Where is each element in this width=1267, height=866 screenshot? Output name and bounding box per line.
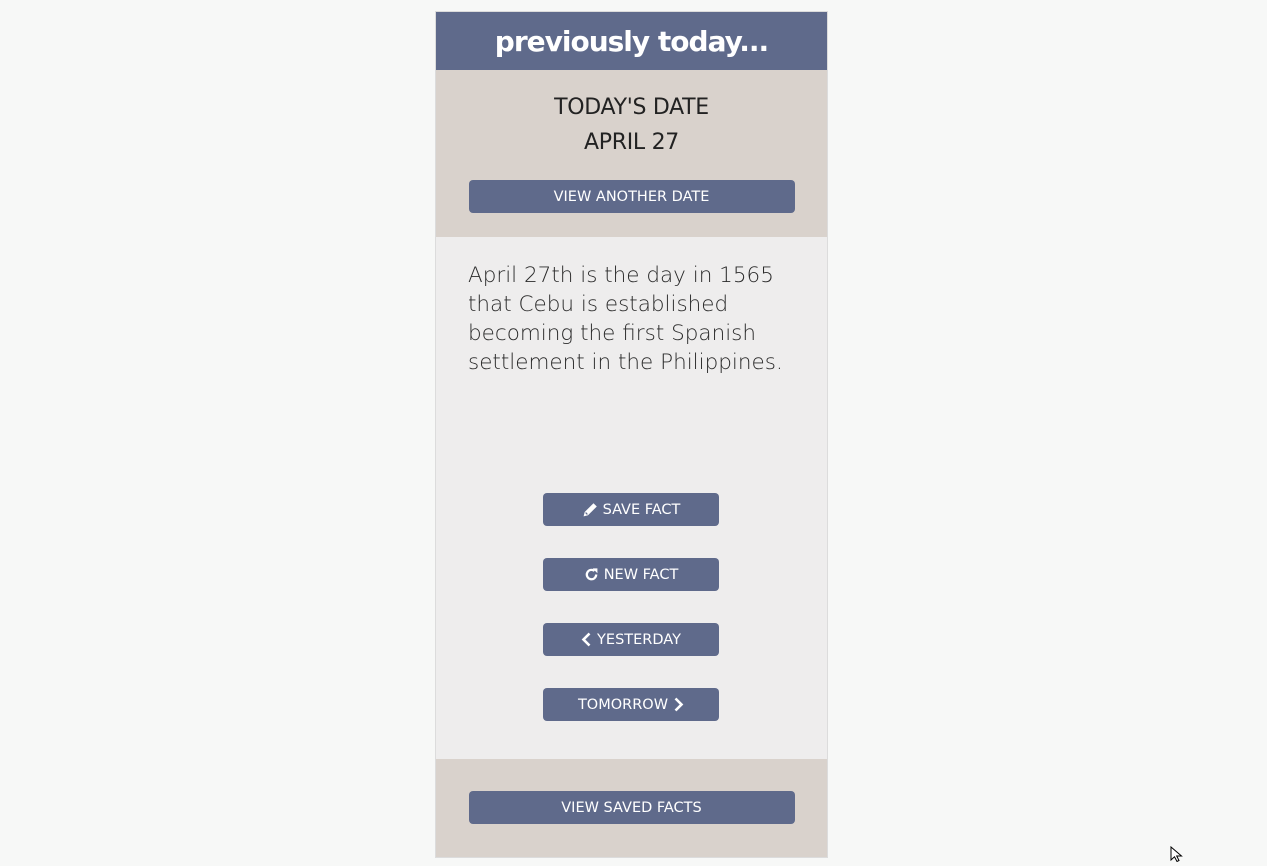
refresh-icon: [584, 567, 599, 582]
app-card: previously today... TODAY'S DATE APRIL 2…: [435, 11, 828, 858]
save-fact-button[interactable]: SAVE FACT: [543, 493, 719, 526]
chevron-right-icon: [673, 697, 684, 712]
view-another-date-button[interactable]: VIEW ANOTHER DATE: [468, 180, 795, 213]
fact-panel: April 27th is the day in 1565 that Cebu …: [436, 237, 827, 759]
chevron-left-icon: [581, 632, 592, 647]
view-saved-facts-button[interactable]: VIEW SAVED FACTS: [468, 791, 795, 824]
todays-date-label: TODAY'S DATE: [554, 95, 709, 120]
fact-text: April 27th is the day in 1565 that Cebu …: [468, 263, 783, 375]
date-panel: TODAY'S DATE APRIL 27 VIEW ANOTHER DATE: [436, 70, 827, 237]
app-title: previously today...: [494, 24, 769, 58]
mouse-cursor-icon: [1170, 845, 1184, 863]
tomorrow-label: TOMORROW: [577, 696, 669, 713]
new-fact-label: NEW FACT: [603, 566, 679, 583]
tomorrow-button[interactable]: TOMORROW: [543, 688, 719, 721]
app-header: previously today...: [436, 12, 827, 70]
view-another-date-label: VIEW ANOTHER DATE: [553, 188, 710, 205]
yesterday-label: YESTERDAY: [597, 631, 681, 648]
yesterday-button[interactable]: YESTERDAY: [543, 623, 719, 656]
footer-panel: VIEW SAVED FACTS: [436, 759, 827, 857]
current-date: APRIL 27: [584, 130, 679, 155]
pencil-icon: [582, 502, 598, 518]
view-saved-facts-label: VIEW SAVED FACTS: [561, 799, 702, 816]
new-fact-button[interactable]: NEW FACT: [543, 558, 719, 591]
save-fact-label: SAVE FACT: [602, 501, 681, 518]
